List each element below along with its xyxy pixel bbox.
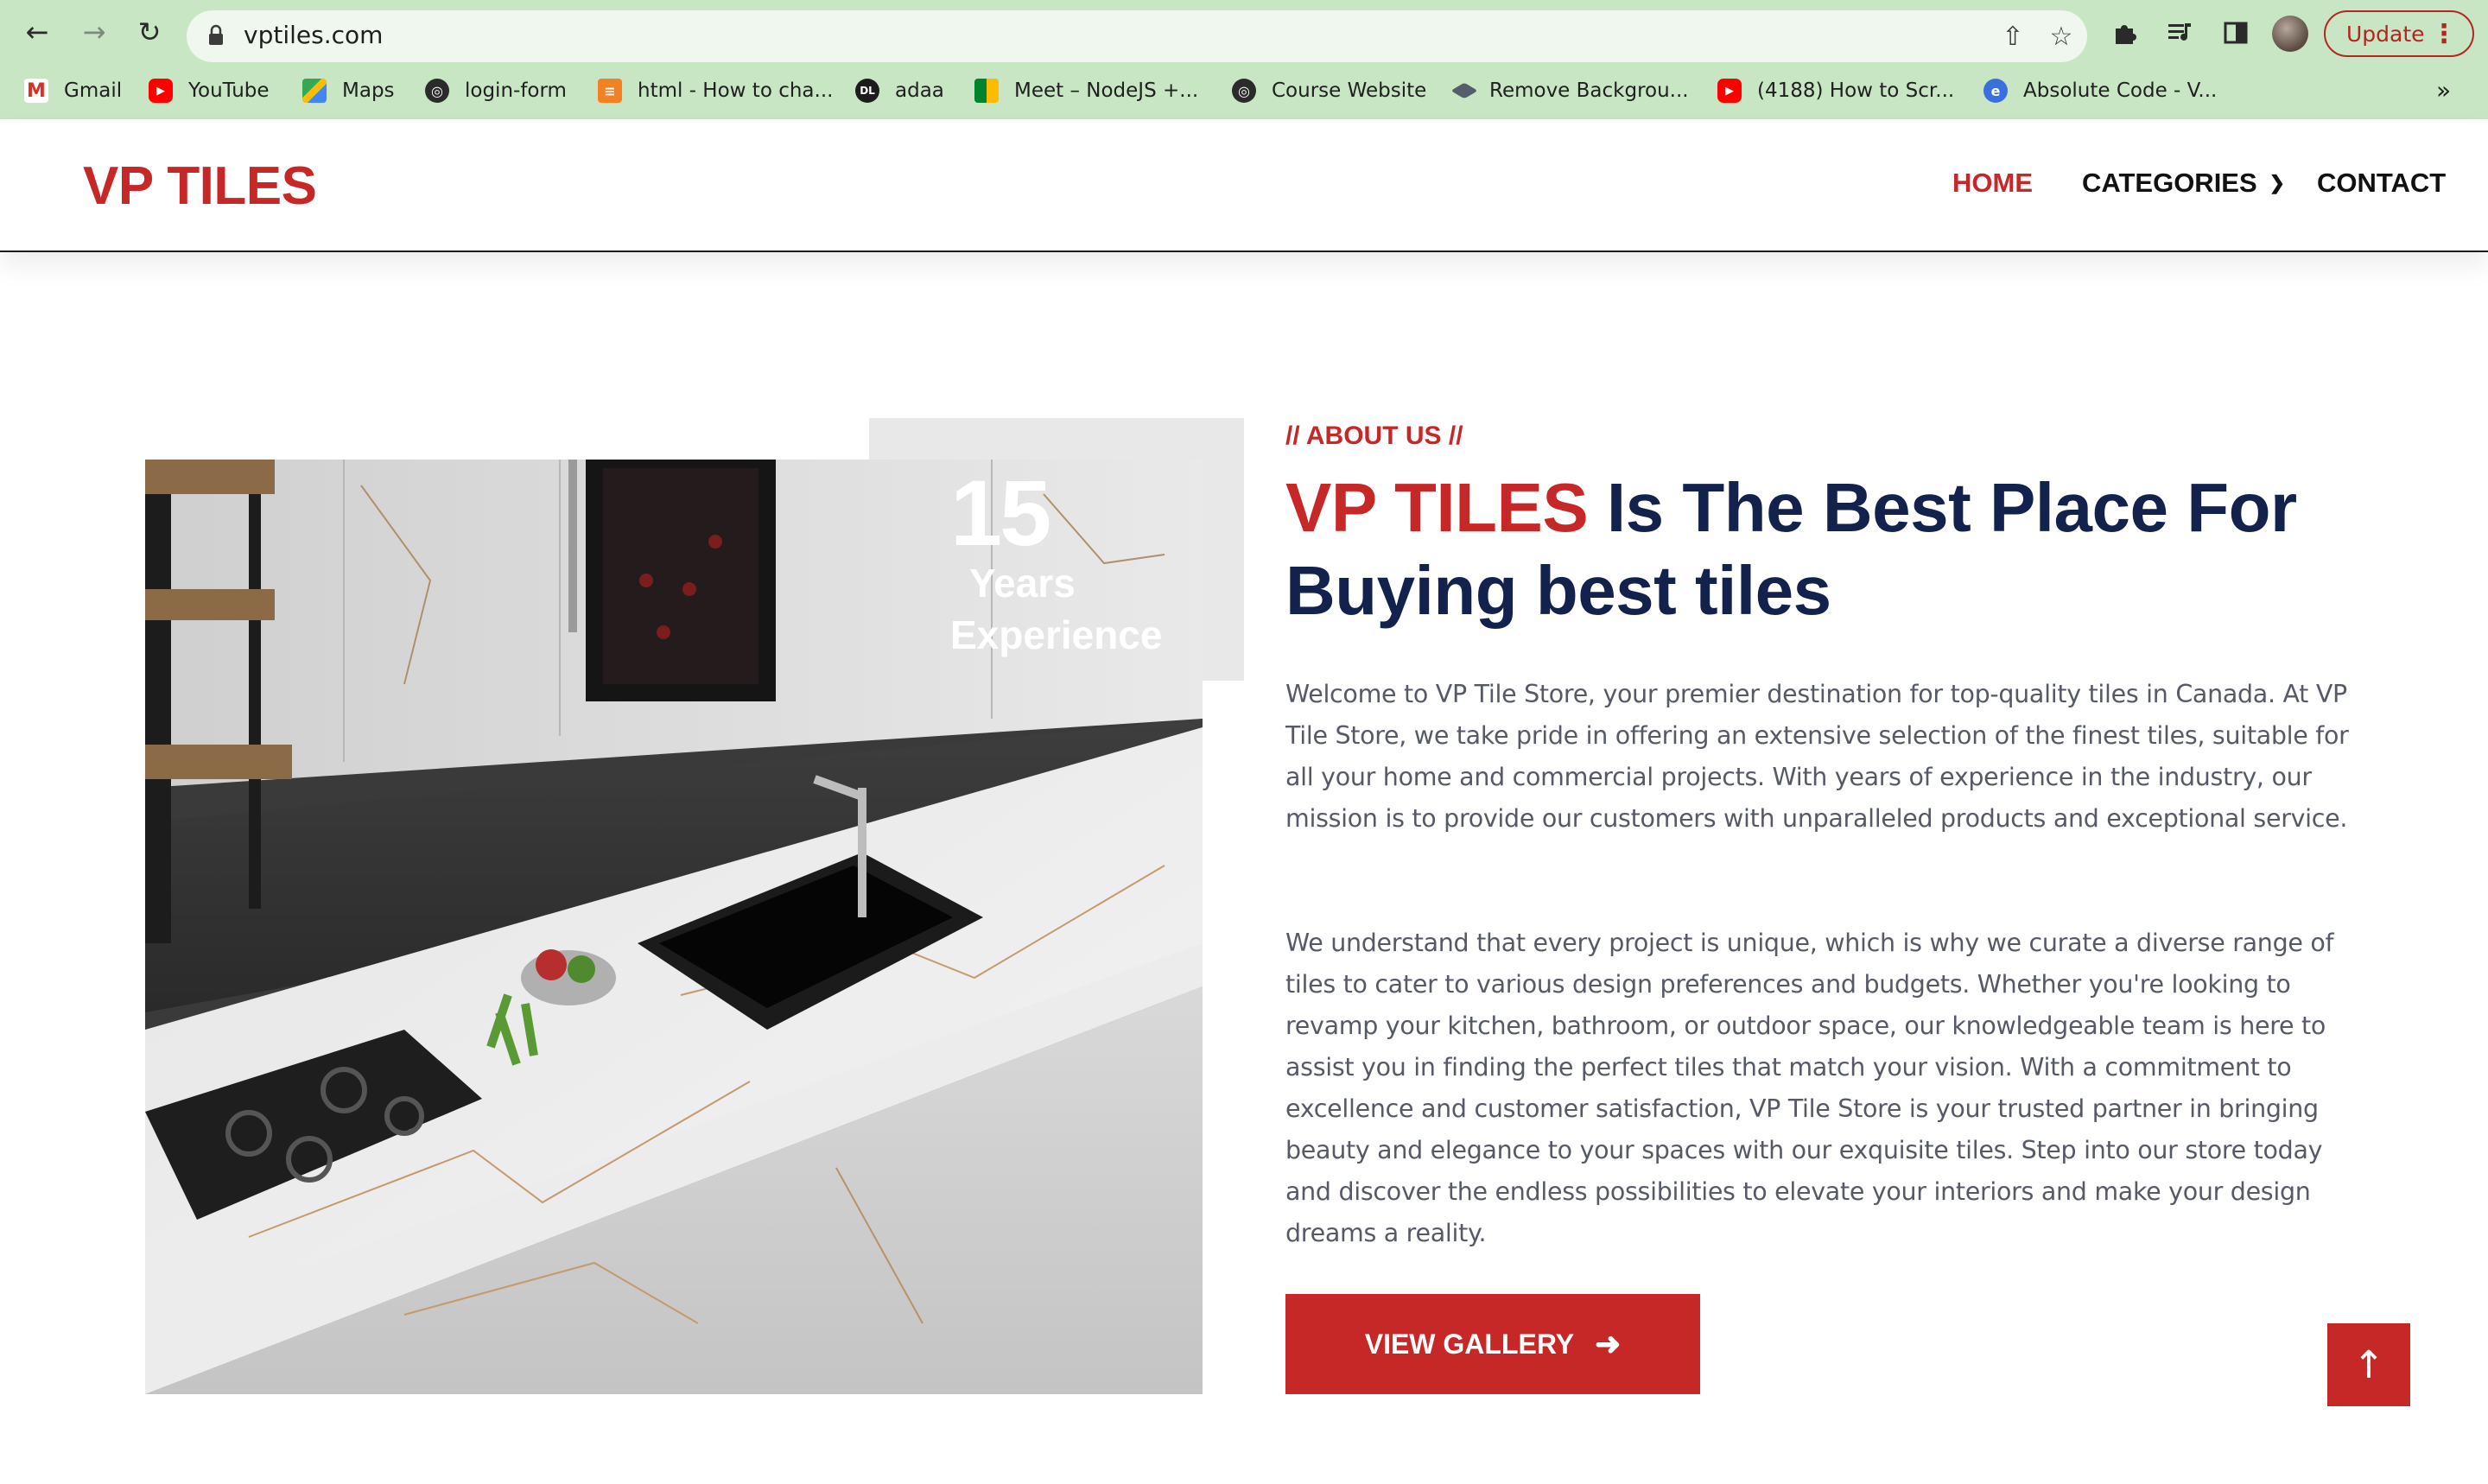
update-label: Update bbox=[2346, 21, 2425, 47]
bookmarks-bar: M Gmail ▶ YouTube Maps ◎ login-form ≡ ht… bbox=[0, 71, 2488, 111]
experience-number: 15 bbox=[950, 460, 1051, 565]
reload-icon[interactable]: ↻ bbox=[128, 10, 171, 54]
bookmark-course-website[interactable]: ◎ Course Website bbox=[1232, 71, 1426, 111]
chevron-more-icon[interactable]: » bbox=[2436, 71, 2451, 111]
youtube-icon: ▶ bbox=[149, 79, 173, 103]
view-gallery-label: VIEW GALLERY bbox=[1364, 1328, 1575, 1360]
browser-toolbar: ← → ↻ vptiles.com ⇧ ☆ Update ⋮ bbox=[0, 3, 2488, 62]
bookmark-adaa[interactable]: DL adaa bbox=[855, 71, 944, 111]
section-heading: VP TILES Is The Best Place For Buying be… bbox=[1285, 466, 2365, 632]
about-paragraph-1: Welcome to VP Tile Store, your premier d… bbox=[1285, 680, 2349, 833]
url-text[interactable]: vptiles.com bbox=[244, 21, 383, 49]
bookmark-maps[interactable]: Maps bbox=[302, 71, 395, 111]
globe-icon: ◎ bbox=[425, 79, 449, 103]
bookmark-remove-bg[interactable]: Remove Backgrou... bbox=[1450, 71, 1689, 111]
bookmark-label: Course Website bbox=[1272, 79, 1427, 102]
heading-line2: Buying best tiles bbox=[1285, 552, 1831, 629]
update-button[interactable]: Update ⋮ bbox=[2324, 10, 2474, 57]
bookmark-star-icon[interactable]: ☆ bbox=[2044, 19, 2079, 54]
media-playlist-icon[interactable] bbox=[2163, 16, 2198, 50]
heading-line1: Is The Best Place For bbox=[1588, 469, 2297, 546]
bookmark-label: Meet – NodeJS +... bbox=[1014, 79, 1199, 102]
site-logo[interactable]: VP TILES bbox=[83, 155, 317, 217]
more-vert-icon: ⋮ bbox=[2431, 19, 2457, 49]
maps-icon bbox=[302, 79, 327, 103]
youtube-icon: ▶ bbox=[1717, 79, 1742, 103]
nav-categories[interactable]: CATEGORIES ❯ bbox=[2082, 168, 2285, 199]
site-header: VP TILES HOME CATEGORIES ❯ CONTACT bbox=[0, 119, 2488, 252]
bookmark-youtube-video[interactable]: ▶ (4188) How to Scr... bbox=[1717, 71, 1954, 111]
experience-label: Experience bbox=[950, 612, 1163, 657]
lock-icon bbox=[209, 24, 223, 45]
nav-categories-label: CATEGORIES bbox=[2082, 168, 2257, 198]
forward-arrow-icon[interactable]: → bbox=[73, 10, 116, 54]
dl-icon: DL bbox=[855, 79, 879, 103]
bookmark-label: Maps bbox=[342, 79, 395, 102]
removebg-icon bbox=[1450, 82, 1478, 99]
share-icon[interactable]: ⇧ bbox=[1996, 19, 2030, 54]
bookmark-stackoverflow[interactable]: ≡ html - How to cha... bbox=[598, 71, 833, 111]
section-eyebrow: // ABOUT US // bbox=[1285, 422, 1463, 450]
profile-avatar[interactable] bbox=[2272, 16, 2308, 52]
bookmark-youtube[interactable]: ▶ YouTube bbox=[149, 71, 270, 111]
nav-home[interactable]: HOME bbox=[1952, 168, 2033, 199]
nav-contact[interactable]: CONTACT bbox=[2317, 168, 2446, 199]
bookmark-label: html - How to cha... bbox=[638, 79, 834, 102]
scroll-to-top-button[interactable]: ↑ bbox=[2327, 1323, 2410, 1406]
back-arrow-icon[interactable]: ← bbox=[16, 10, 59, 54]
bookmark-absolute-code[interactable]: e Absolute Code - V... bbox=[1983, 71, 2217, 111]
bookmark-label: login-form bbox=[465, 79, 567, 102]
address-bar[interactable]: vptiles.com ⇧ ☆ bbox=[187, 10, 2087, 62]
about-paragraph-2: We understand that every project is uniq… bbox=[1285, 929, 2334, 1247]
bookmark-label: YouTube bbox=[188, 79, 270, 102]
bookmark-gmail[interactable]: M Gmail bbox=[24, 71, 122, 111]
view-gallery-button[interactable]: VIEW GALLERY ➜ bbox=[1285, 1294, 1700, 1394]
heading-brand: VP TILES bbox=[1285, 469, 1589, 546]
globe-icon: ◎ bbox=[1232, 79, 1256, 103]
stackoverflow-icon: ≡ bbox=[598, 79, 622, 103]
gmail-icon: M bbox=[24, 79, 48, 103]
bookmark-label: Remove Backgrou... bbox=[1489, 79, 1689, 102]
bookmark-label: Gmail bbox=[64, 79, 123, 102]
meet-icon bbox=[974, 79, 999, 103]
extensions-puzzle-icon[interactable] bbox=[2108, 16, 2142, 50]
experience-years: Years bbox=[969, 561, 1076, 606]
browser-chrome: ← → ↻ vptiles.com ⇧ ☆ Update ⋮ M Gmail ▶… bbox=[0, 0, 2488, 119]
arrow-right-icon: ➜ bbox=[1595, 1326, 1622, 1361]
edge-icon: e bbox=[1983, 79, 2008, 103]
arrow-up-icon: ↑ bbox=[2352, 1342, 2385, 1387]
side-panel-icon[interactable] bbox=[2218, 16, 2253, 50]
bookmark-login-form[interactable]: ◎ login-form bbox=[425, 71, 567, 111]
experience-badge: 15Years Experience bbox=[950, 460, 1163, 658]
bookmark-meet[interactable]: Meet – NodeJS +... bbox=[974, 71, 1198, 111]
bookmark-label: (4188) How to Scr... bbox=[1757, 79, 1955, 102]
bookmark-label: Absolute Code - V... bbox=[2023, 79, 2218, 102]
bookmark-label: adaa bbox=[895, 79, 944, 102]
chevron-down-icon: ❯ bbox=[2269, 172, 2286, 193]
